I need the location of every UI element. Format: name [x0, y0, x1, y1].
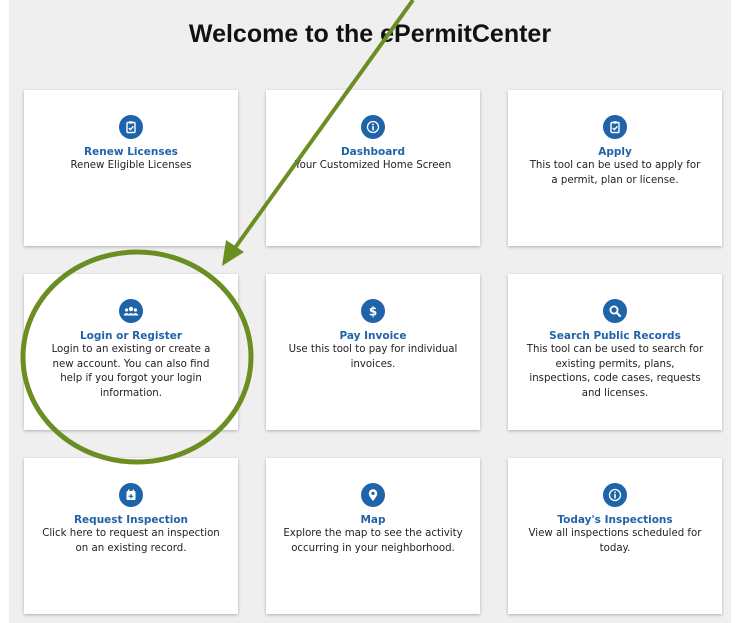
card-todays-inspections[interactable]: Today's Inspections View all inspections… [508, 458, 722, 614]
card-renew-licenses[interactable]: Renew Licenses Renew Eligible Licenses [24, 90, 238, 246]
card-request-inspection[interactable]: Request Inspection Click here to request… [24, 458, 238, 614]
clipboard-check-icon [603, 115, 627, 139]
card-description: Renew Eligible Licenses [70, 160, 192, 171]
card-search-public-records[interactable]: Search Public Records This tool can be u… [508, 274, 722, 430]
info-icon [603, 483, 627, 507]
card-title: Search Public Records [549, 330, 681, 342]
svg-text:$: $ [369, 305, 377, 319]
card-pay-invoice[interactable]: $ Pay Invoice Use this tool to pay for i… [266, 274, 480, 430]
map-pin-icon [361, 483, 385, 507]
search-icon [603, 299, 627, 323]
card-description: Login to an existing or create a new acc… [51, 344, 211, 399]
card-apply[interactable]: Apply This tool can be used to apply for… [508, 90, 722, 246]
clipboard-check-icon [119, 115, 143, 139]
card-description: This tool can be used to apply for a per… [529, 160, 701, 186]
page-title: Welcome to the ePermitCenter [188, 20, 552, 48]
card-title: Login or Register [79, 330, 183, 342]
card-title: Apply [598, 146, 632, 158]
dollar-icon: $ [361, 299, 385, 323]
card-title: Pay Invoice [339, 330, 407, 342]
card-description: Use this tool to pay for individual invo… [288, 344, 458, 370]
card-description: Your Customized Home Screen [294, 160, 452, 171]
card-map[interactable]: Map Explore the map to see the activity … [266, 458, 480, 614]
card-title: Dashboard [340, 146, 406, 158]
info-icon [361, 115, 385, 139]
card-login-register[interactable]: Login or Register Login to an existing o… [24, 274, 238, 430]
card-description: View all inspections scheduled for today… [528, 528, 702, 554]
card-description: Click here to request an inspection on a… [42, 528, 220, 554]
card-description: Explore the map to see the activity occu… [283, 528, 463, 554]
users-icon [119, 299, 143, 323]
card-title: Request Inspection [73, 514, 189, 526]
calendar-plus-icon [119, 483, 143, 507]
card-title: Renew Licenses [84, 146, 178, 158]
card-title: Today's Inspections [557, 514, 673, 526]
card-dashboard[interactable]: Dashboard Your Customized Home Screen [266, 90, 480, 246]
card-description: This tool can be used to search for exis… [526, 344, 704, 399]
card-title: Map [360, 514, 386, 526]
